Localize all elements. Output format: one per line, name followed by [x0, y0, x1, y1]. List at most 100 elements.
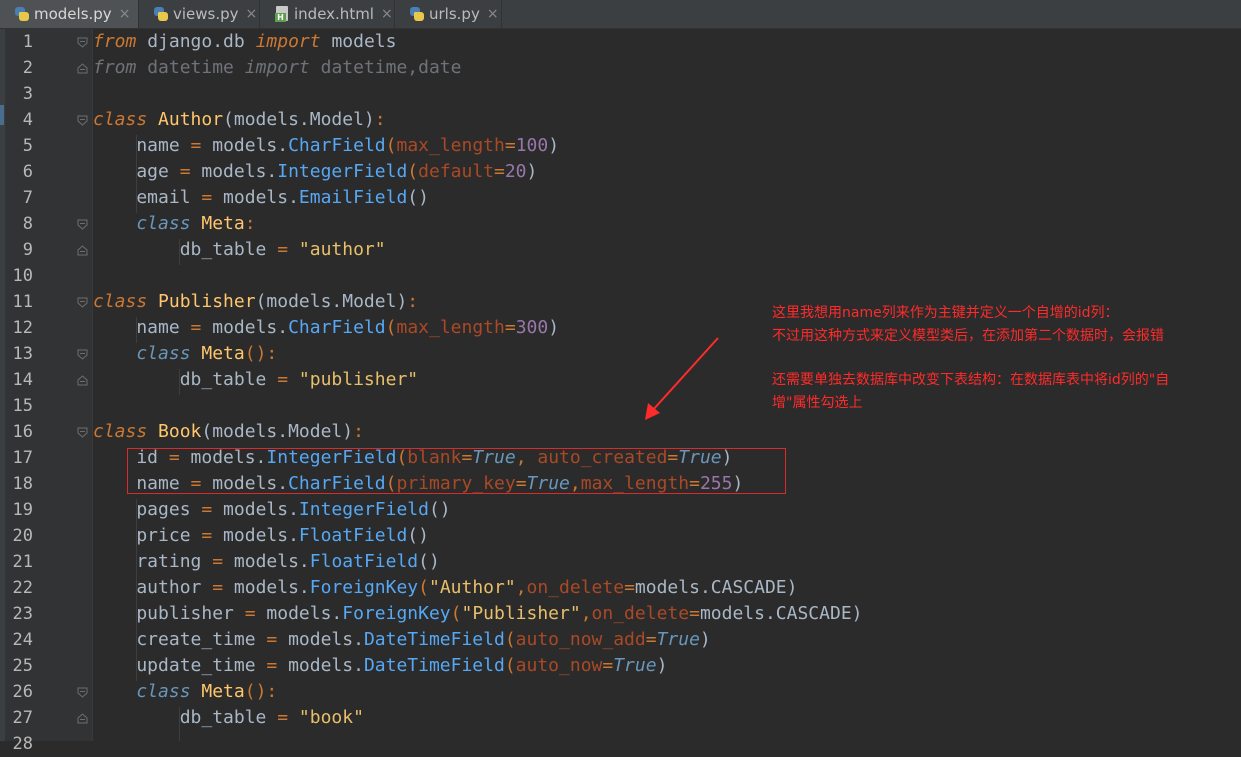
code-line-4[interactable]: class Author(models.Model): [93, 107, 1233, 133]
line-number: 21 [12, 552, 33, 572]
tab-models-py[interactable]: models.py × [0, 0, 139, 28]
annotation-text-line-2: 不过用这种方式来定义模型类后，在添加第二个数据时，会报错 [772, 328, 1164, 344]
tab-index-html[interactable]: H index.html × [260, 0, 395, 28]
operator: = [212, 577, 224, 598]
code-text: (models.Model) [255, 291, 408, 312]
line-number: 2 [22, 58, 33, 78]
line-number: 18 [12, 474, 33, 494]
line-number: 7 [22, 188, 33, 208]
annotation-arrow-icon [645, 337, 719, 420]
strip-marker [0, 105, 4, 125]
line-number: 24 [12, 630, 33, 650]
code-line-27[interactable]: db_table = "book" [93, 705, 1233, 731]
python-file-icon [153, 6, 169, 22]
code-line-1[interactable]: from django.db import models [93, 29, 1233, 55]
code-line-8[interactable]: class Meta: [93, 211, 1233, 237]
code-punct: ( [385, 317, 397, 338]
fold-marker-icon[interactable] [77, 375, 88, 386]
line-number: 6 [22, 162, 33, 182]
code-punct: ( [418, 577, 429, 598]
line-number: 5 [22, 136, 33, 156]
fold-marker-icon[interactable] [77, 37, 88, 48]
close-icon[interactable]: × [246, 6, 258, 22]
class-name: Publisher [147, 291, 256, 312]
code-text: models. [277, 655, 364, 676]
code-punct: , [580, 603, 592, 624]
line-number: 9 [22, 240, 33, 260]
fold-marker-icon[interactable] [77, 219, 88, 230]
function-name: IntegerField [298, 499, 429, 520]
code-punct: : [407, 291, 419, 312]
code-line-24[interactable]: create_time = models.DateTimeField(auto_… [93, 627, 1233, 653]
number-literal: 100 [515, 135, 549, 156]
class-name: Meta [190, 681, 245, 702]
code-line-20[interactable]: price = models.FloatField() [93, 523, 1233, 549]
code-punct: : [374, 109, 386, 130]
code-line-5[interactable]: name = models.CharField(max_length=100) [93, 133, 1233, 159]
code-line-9[interactable]: db_table = "author" [93, 237, 1233, 263]
close-icon[interactable]: × [487, 6, 499, 22]
tab-label: models.py [34, 5, 112, 23]
operator: = [201, 187, 213, 208]
code-punct: () [244, 681, 267, 702]
fold-marker-icon[interactable] [77, 349, 88, 360]
function-name: ForeignKey [309, 577, 419, 598]
code-text: models. [212, 187, 299, 208]
argument-name: auto_now [515, 655, 603, 676]
tab-views-py[interactable]: views.py × [139, 0, 260, 28]
code-text: models. [190, 161, 278, 182]
close-icon[interactable]: × [119, 6, 131, 22]
annotation-text-line-3: 还需要单独去数据库中改变下表结构：在数据库表中将id列的"自 [772, 372, 1170, 388]
line-number: 19 [12, 500, 33, 520]
close-icon[interactable]: × [381, 6, 393, 22]
class-name: Book [147, 421, 202, 442]
function-name: DateTimeField [363, 655, 505, 676]
function-name: CharField [288, 135, 386, 156]
fold-marker-icon[interactable] [77, 427, 88, 438]
operator: = [277, 369, 289, 390]
code-punct: , [515, 577, 527, 598]
class-name: Meta [190, 343, 245, 364]
code-punct: ) [526, 161, 538, 182]
code-line-7[interactable]: email = models.EmailField() [93, 185, 1233, 211]
code-line-22[interactable]: author = models.ForeignKey("Author",on_d… [93, 575, 1233, 601]
tab-urls-py[interactable]: urls.py × [395, 0, 502, 28]
code-text: models. [277, 629, 364, 650]
fold-marker-icon[interactable] [77, 63, 88, 74]
code-line-6[interactable]: age = models.IntegerField(default=20) [93, 159, 1233, 185]
code-text: models.CASCADE [634, 577, 787, 598]
code-punct: : [266, 343, 278, 364]
highlight-box [127, 448, 786, 494]
code-punct: : [353, 421, 364, 442]
line-number: 20 [12, 526, 33, 546]
code-text: models. [201, 317, 289, 338]
line-number: 27 [12, 708, 33, 728]
tab-label: index.html [294, 5, 374, 23]
code-line-2[interactable]: from datetime import datetime,date [93, 55, 1233, 81]
line-number: 13 [12, 344, 33, 364]
fold-marker-icon[interactable] [77, 245, 88, 256]
fold-marker-icon[interactable] [77, 297, 88, 308]
operator: = [266, 629, 278, 650]
code-line-21[interactable]: rating = models.FloatField() [93, 549, 1233, 575]
class-name: Meta [190, 213, 245, 234]
code-text: name [93, 317, 191, 338]
function-name: IntegerField [277, 161, 408, 182]
code-punct: ( [407, 161, 419, 182]
argument-name: on_delete [526, 577, 625, 598]
keyword: class [93, 421, 148, 442]
fold-marker-icon[interactable] [77, 115, 88, 126]
code-line-23[interactable]: publisher = models.ForeignKey("Publisher… [93, 601, 1233, 627]
fold-marker-icon[interactable] [77, 687, 88, 698]
fold-marker-icon[interactable] [77, 713, 88, 724]
keyword: import [255, 31, 321, 52]
operator: = [277, 707, 289, 728]
code-line-19[interactable]: pages = models.IntegerField() [93, 497, 1233, 523]
operator: = [602, 655, 614, 676]
line-number: 16 [12, 422, 33, 442]
code-punct: ) [548, 317, 560, 338]
code-line-25[interactable]: update_time = models.DateTimeField(auto_… [93, 653, 1233, 679]
operator: = [689, 603, 700, 624]
line-number: 8 [22, 214, 33, 234]
code-line-26[interactable]: class Meta(): [93, 679, 1233, 705]
